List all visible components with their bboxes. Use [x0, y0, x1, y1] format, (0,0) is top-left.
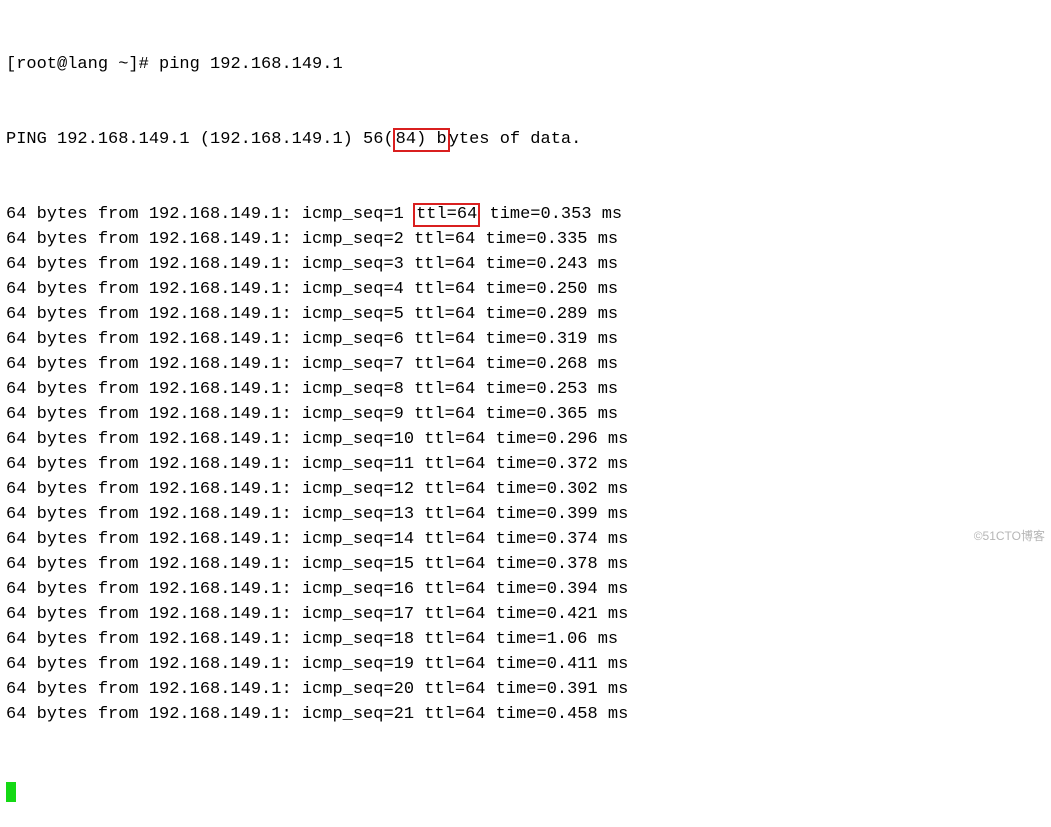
- ping-reply-line: 64 bytes from 192.168.149.1: icmp_seq=18…: [6, 627, 1045, 652]
- ping-header-line: PING 192.168.149.1 (192.168.149.1) 56(84…: [6, 127, 1045, 152]
- highlight-ttl: ttl=64: [413, 203, 480, 227]
- ping-reply-line: 64 bytes from 192.168.149.1: icmp_seq=6 …: [6, 327, 1045, 352]
- ping-reply-line: 64 bytes from 192.168.149.1: icmp_seq=15…: [6, 552, 1045, 577]
- highlight-annotation: 84) b: [393, 128, 450, 152]
- ping-reply-line: 64 bytes from 192.168.149.1: icmp_seq=7 …: [6, 352, 1045, 377]
- ping-reply-line: 64 bytes from 192.168.149.1: icmp_seq=16…: [6, 577, 1045, 602]
- ping-reply-line: 64 bytes from 192.168.149.1: icmp_seq=2 …: [6, 227, 1045, 252]
- ping-reply-line: 64 bytes from 192.168.149.1: icmp_seq=13…: [6, 502, 1045, 527]
- ping-reply-line: 64 bytes from 192.168.149.1: icmp_seq=3 …: [6, 252, 1045, 277]
- ping-reply-line: 64 bytes from 192.168.149.1: icmp_seq=19…: [6, 652, 1045, 677]
- ping-reply-line: 64 bytes from 192.168.149.1: icmp_seq=8 …: [6, 377, 1045, 402]
- ping-replies: 64 bytes from 192.168.149.1: icmp_seq=1 …: [6, 202, 1045, 727]
- ping-reply-line: 64 bytes from 192.168.149.1: icmp_seq=14…: [6, 527, 1045, 552]
- ping-reply-line: 64 bytes from 192.168.149.1: icmp_seq=4 …: [6, 277, 1045, 302]
- ping-reply-line: 64 bytes from 192.168.149.1: icmp_seq=17…: [6, 602, 1045, 627]
- ping-reply-line: 64 bytes from 192.168.149.1: icmp_seq=11…: [6, 452, 1045, 477]
- ping-reply-line: 64 bytes from 192.168.149.1: icmp_seq=21…: [6, 702, 1045, 727]
- terminal-output[interactable]: [root@lang ~]# ping 192.168.149.1 PING 1…: [6, 2, 1045, 827]
- ping-reply-line: 64 bytes from 192.168.149.1: icmp_seq=1 …: [6, 202, 1045, 227]
- terminal-cursor: [6, 782, 16, 802]
- watermark-label: ©51CTO博客: [974, 524, 1045, 549]
- cursor-line: [6, 777, 1045, 802]
- ping-reply-line: 64 bytes from 192.168.149.1: icmp_seq=9 …: [6, 402, 1045, 427]
- ping-command: ping 192.168.149.1: [159, 55, 343, 74]
- ping-reply-line: 64 bytes from 192.168.149.1: icmp_seq=5 …: [6, 302, 1045, 327]
- ping-reply-line: 64 bytes from 192.168.149.1: icmp_seq=20…: [6, 677, 1045, 702]
- command-line: [root@lang ~]# ping 192.168.149.1: [6, 52, 1045, 77]
- ping-reply-line: 64 bytes from 192.168.149.1: icmp_seq=10…: [6, 427, 1045, 452]
- ping-reply-line: 64 bytes from 192.168.149.1: icmp_seq=12…: [6, 477, 1045, 502]
- shell-prompt: [root@lang ~]#: [6, 55, 159, 74]
